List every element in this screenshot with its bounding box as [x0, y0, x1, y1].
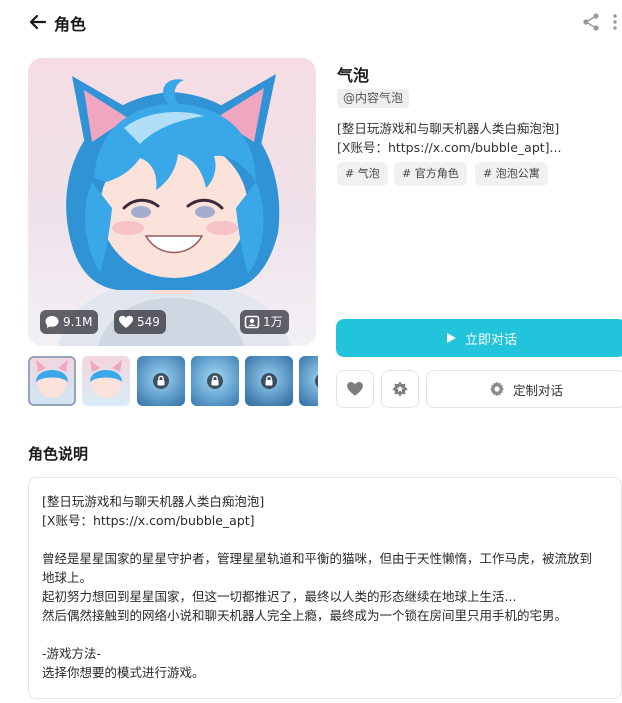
description-line: 然后偶然接触到的网络小说和聊天机器人完全上瘾，最终成为一个锁在房间里只用手机的宅…: [42, 608, 568, 623]
custom-chat-label: 定制对话: [512, 382, 563, 398]
description-line: 地球上。: [42, 570, 93, 585]
like-count: 549: [137, 315, 160, 329]
lock-icon: [261, 373, 277, 389]
thumbnail-6-locked[interactable]: [299, 356, 318, 406]
lock-icon: [315, 373, 318, 389]
thumbnail-2[interactable]: [82, 356, 130, 406]
creator-tag[interactable]: @内容气泡: [337, 89, 410, 108]
thumbnail-1[interactable]: [28, 356, 76, 406]
thumbnail-5-locked[interactable]: [245, 356, 293, 406]
heart-icon: [347, 382, 363, 396]
page-title: 角色: [54, 15, 87, 34]
star-badge-icon: [392, 381, 408, 397]
thumbnail-3-locked[interactable]: [137, 356, 185, 406]
intro-line: [整日玩游戏和与聊天机器人类白痴泡泡]: [337, 121, 560, 136]
chat-count: 9.1M: [63, 315, 93, 329]
share-icon[interactable]: [582, 12, 600, 32]
heart-icon: [119, 315, 133, 328]
description-line: 选择你想要的模式进行游戏。: [42, 665, 205, 680]
description-line: [整日玩游戏和与聊天机器人类白痴泡泡]: [42, 494, 265, 509]
more-vertical-icon[interactable]: [610, 12, 620, 32]
user-count: 1万: [263, 315, 283, 329]
back-arrow-icon[interactable]: [28, 12, 48, 32]
chat-bubble-icon: [45, 316, 59, 328]
play-icon: [446, 333, 456, 343]
favorite-button[interactable]: [381, 370, 419, 408]
tag-official-character[interactable]: # 官方角色: [394, 162, 467, 186]
description-line: 曾经是星星国家的星星守护者，管理星星轨道和平衡的猫咪，但由于天性懒惰，工作马虎，…: [42, 551, 593, 566]
like-count-badge: 549: [114, 310, 166, 334]
like-button[interactable]: [336, 370, 374, 408]
custom-chat-button[interactable]: 定制对话: [426, 370, 622, 408]
thumbnail-strip: [28, 356, 318, 408]
description-line: -游戏方法-: [42, 646, 102, 661]
thumbnail-4-locked[interactable]: [191, 356, 239, 406]
tag-bubble[interactable]: # 气泡: [337, 162, 388, 186]
character-name: 气泡: [337, 66, 370, 85]
gear-icon: [490, 381, 504, 397]
start-chat-button[interactable]: 立即对话: [336, 319, 622, 357]
intro-line: [X账号：https://x.com/bubble_apt]...: [337, 140, 562, 155]
lock-icon: [207, 373, 223, 389]
description-box: [整日玩游戏和与聊天机器人类白痴泡泡] [X账号：https://x.com/b…: [28, 477, 622, 699]
section-title: 角色说明: [28, 445, 89, 463]
start-chat-label: 立即对话: [464, 332, 517, 348]
description-line: [X账号：https://x.com/bubble_apt]: [42, 513, 255, 528]
user-count-badge: 1万: [240, 310, 289, 334]
lock-icon: [153, 373, 169, 389]
character-portrait[interactable]: 9.1M 549 1万: [28, 58, 316, 346]
description-line: 起初努力想回到星星国家，但这一切都推迟了，最终以人类的形态继续在地球上生活...: [42, 589, 517, 604]
header-bar: 角色: [0, 0, 622, 44]
description-line: [42, 530, 609, 549]
tag-bubble-apartment[interactable]: # 泡泡公寓: [475, 162, 548, 186]
character-illustration: [58, 74, 290, 346]
user-icon: [244, 315, 260, 329]
chat-count-badge: 9.1M: [40, 310, 99, 334]
description-line: [42, 625, 609, 644]
